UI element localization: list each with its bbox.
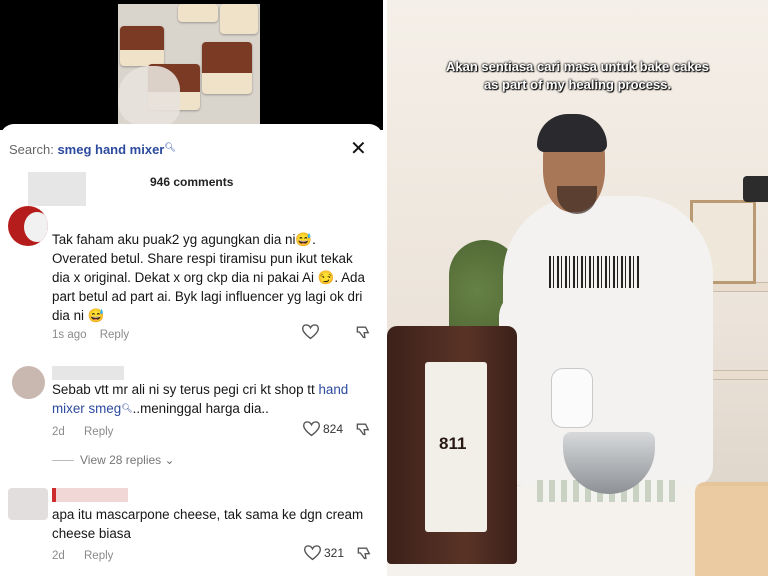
comment-meta: 1s ago Reply [52, 329, 129, 341]
comment-meta: 2d Reply [52, 550, 113, 562]
reply-button[interactable]: Reply [100, 329, 129, 341]
heart-icon[interactable] [302, 324, 319, 340]
comment-time: 2d [52, 550, 65, 562]
caption-line: as part of my healing process. [483, 77, 672, 92]
tiramisu-tray [178, 4, 218, 22]
comment-meta: 2d Reply [52, 426, 113, 438]
redacted-username [28, 172, 86, 206]
divider [52, 460, 74, 462]
heart-icon[interactable] [303, 421, 320, 437]
tiramisu-tray [220, 4, 258, 34]
avatar[interactable] [8, 206, 48, 246]
cake-slice [695, 482, 768, 576]
video-preview[interactable] [0, 0, 383, 130]
video-caption: Akan sentiasa cari masa untuk bake cakes… [387, 58, 768, 94]
redacted-username [52, 488, 128, 502]
heart-icon[interactable] [304, 545, 321, 561]
chevron-down-icon: ⌄ [161, 453, 175, 467]
person-arm [653, 280, 711, 430]
view-replies-label: View 28 replies [80, 453, 162, 467]
gloved-hand [118, 66, 180, 126]
avatar[interactable] [8, 488, 48, 520]
chocolate-bag-label: 811 [425, 362, 487, 532]
comment-text-part: Sebab vtt mr ali ni sy terus pegi cri kt… [52, 382, 319, 397]
search-query[interactable]: smeg hand mixer [57, 142, 164, 157]
comment-text: Sebab vtt mr ali ni sy terus pegi cri kt… [52, 380, 374, 418]
tiktok-comments-panel: Search: smeg hand mixer🔍︎ ✕ 946 comments… [0, 0, 383, 576]
search-suggestion[interactable]: Search: smeg hand mixer🔍︎ [9, 142, 176, 157]
reply-button[interactable]: Reply [84, 426, 113, 438]
dislike-icon[interactable] [356, 324, 371, 340]
hoodie-barcode-print [549, 256, 641, 288]
dislike-icon[interactable] [356, 421, 371, 437]
dislike-icon[interactable] [357, 545, 372, 561]
comment-time: 2d [52, 426, 65, 438]
search-icon: 🔍︎ [121, 403, 133, 413]
comment-text-part: ..meninggal harga dia.. [132, 401, 269, 416]
tiramisu-tray [120, 26, 164, 66]
like-count: 321 [324, 546, 345, 560]
bag-number: 811 [439, 434, 467, 453]
comment-time: 1s ago [52, 329, 87, 341]
wall-lamp [743, 176, 768, 202]
like-count: 824 [323, 422, 344, 436]
tiramisu-tray [202, 42, 252, 94]
search-label: Search: [9, 142, 54, 157]
caption-line: Akan sentiasa cari masa untuk bake cakes [445, 59, 710, 74]
comment-text: apa itu mascarpone cheese, tak sama ke d… [52, 507, 364, 541]
redacted-username [52, 366, 124, 380]
reply-button[interactable]: Reply [84, 550, 113, 562]
tiramisu-thumbnail [118, 4, 260, 126]
bandana [537, 114, 607, 152]
video-frame: 811 Akan sentiasa cari masa untuk bake c… [387, 0, 768, 576]
view-replies-button[interactable]: View 28 replies ⌄ [52, 453, 175, 467]
avatar[interactable] [12, 366, 45, 399]
hand-mixer [551, 368, 593, 428]
close-icon[interactable]: ✕ [350, 136, 367, 161]
wall-shelf [705, 370, 768, 380]
comment-text: Tak faham aku puak2 yg agungkan dia ni😅.… [52, 232, 365, 323]
comment-count: 946 comments [150, 175, 234, 189]
search-icon: 🔍︎ [164, 142, 176, 152]
